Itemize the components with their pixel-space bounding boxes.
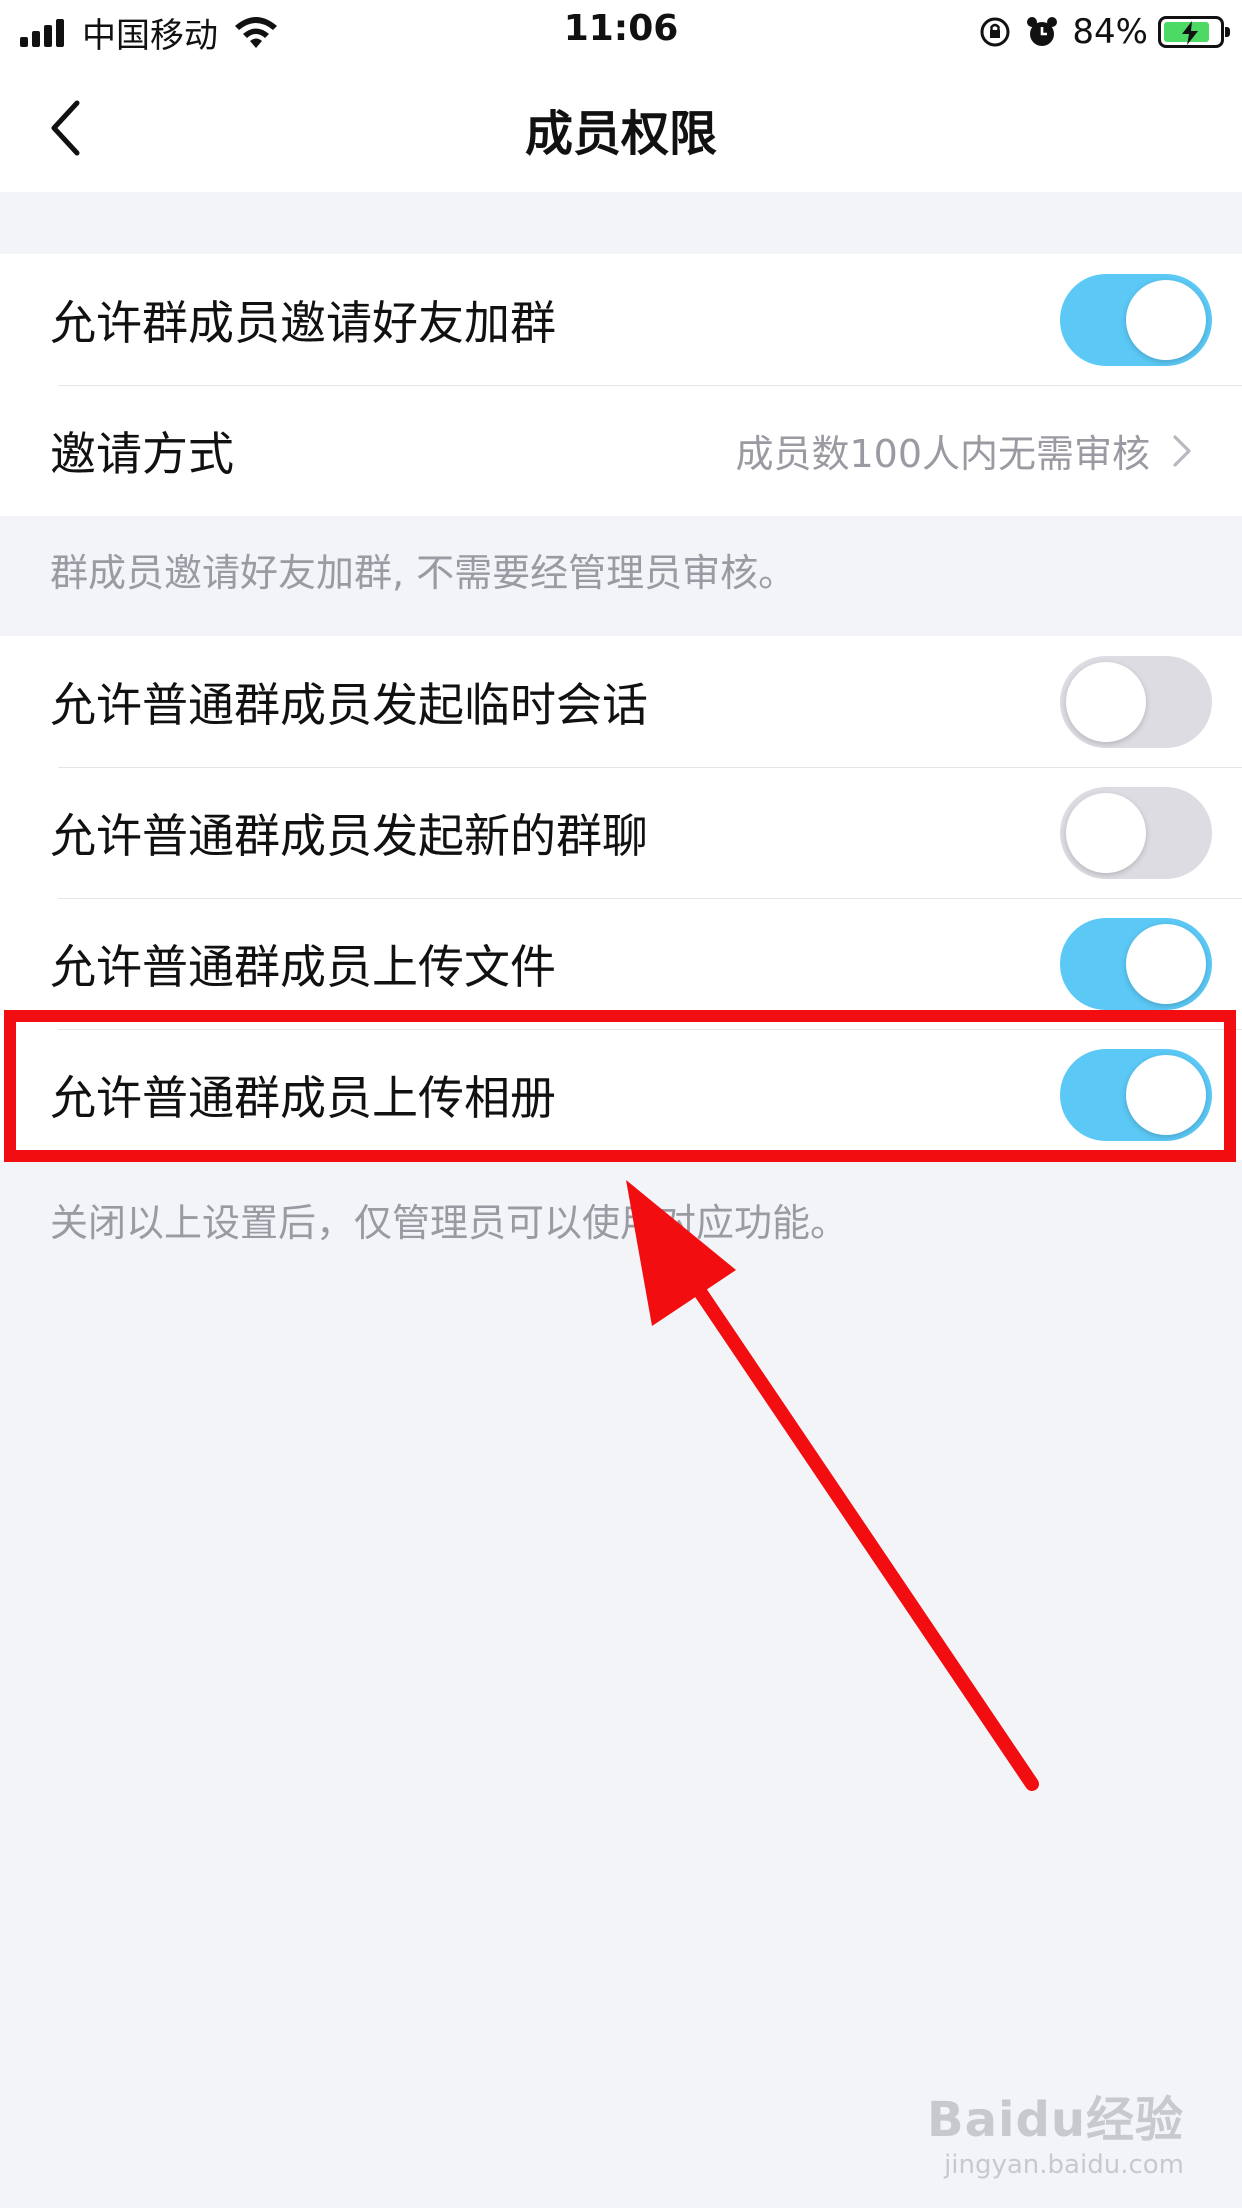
chevron-right-icon (1173, 435, 1191, 467)
row-label: 邀请方式 (50, 426, 234, 481)
watermark-logo: Baidu经验 (927, 2092, 1184, 2148)
nav-bar: 成员权限 (0, 64, 1242, 192)
row-label: 允许普通群成员上传文件 (50, 939, 556, 994)
toggle-upload-files[interactable] (1060, 918, 1212, 1010)
row-allow-invite: 允许群成员邀请好友加群 (0, 254, 1242, 385)
permissions-note: 关闭以上设置后，仅管理员可以使用对应功能。 (50, 1201, 849, 1245)
status-right: 84% (978, 10, 1230, 54)
row-new-group-chat: 允许普通群成员发起新的群聊 (0, 767, 1242, 898)
invite-method-value: 成员数100人内无需审核 (735, 432, 1150, 476)
invite-settings-group: 允许群成员邀请好友加群 邀请方式 成员数100人内无需审核 (0, 254, 1242, 516)
watermark-url: jingyan.baidu.com (944, 2150, 1184, 2180)
charging-bolt-icon (1182, 21, 1198, 45)
status-bar: 中国移动 11:06 84% (0, 0, 1242, 64)
watermark: Baidu经验 jingyan.baidu.com (927, 2080, 1184, 2180)
alarm-icon (1027, 17, 1058, 46)
orientation-lock-icon (980, 17, 1010, 47)
toggle-allow-invite[interactable] (1060, 274, 1212, 366)
row-label: 允许群成员邀请好友加群 (50, 295, 556, 350)
row-invite-method[interactable]: 邀请方式 成员数100人内无需审核 (0, 385, 1242, 516)
row-label: 允许普通群成员发起新的群聊 (50, 808, 648, 863)
battery-icon (1158, 16, 1230, 48)
row-temp-chat: 允许普通群成员发起临时会话 (0, 636, 1242, 767)
row-label: 允许普通群成员发起临时会话 (50, 677, 648, 732)
page-title: 成员权限 (524, 106, 717, 162)
toggle-new-group-chat[interactable] (1060, 787, 1212, 879)
highlight-box (4, 1010, 1236, 1162)
battery-percent: 84% (1072, 12, 1148, 52)
toggle-temp-chat[interactable] (1060, 656, 1212, 748)
invite-note: 群成员邀请好友加群, 不需要经管理员审核。 (50, 551, 797, 595)
